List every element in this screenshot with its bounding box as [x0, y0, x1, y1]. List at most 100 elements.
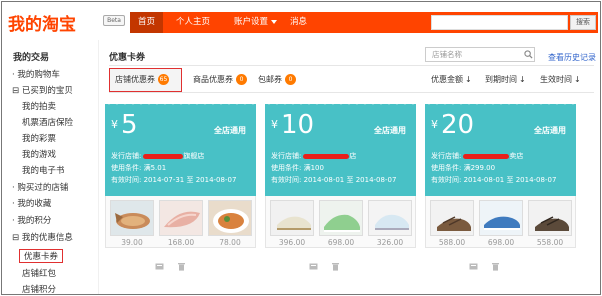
divider — [109, 92, 594, 93]
tab-label: 店铺优惠券 — [115, 75, 155, 84]
product-thumbnail[interactable] — [208, 200, 252, 236]
dish-image — [209, 201, 251, 235]
coupon-scallop-edge — [265, 101, 416, 107]
product-thumbnails: 39.00 168.00 78.00 — [105, 196, 256, 248]
sidebar-item-ebooks[interactable]: 我的电子书 — [22, 164, 65, 176]
coupon-scope: 全店通用 — [214, 126, 246, 135]
tab-shop-coupons[interactable]: 店铺优惠券 65 — [115, 68, 169, 92]
shop-search-input[interactable]: 店铺名称 — [425, 47, 535, 62]
sidebar-item-auctions[interactable]: 我的拍卖 — [22, 100, 56, 112]
product-thumbnail[interactable] — [110, 200, 154, 236]
sidebar-item-cart[interactable]: · 我的购物车 — [12, 68, 60, 80]
nav-messages[interactable]: 消息 — [282, 12, 315, 33]
coupon-shop: 发行店铺: 卖店 — [431, 151, 523, 161]
sidebar-item-favorites[interactable]: · 我的收藏 — [12, 197, 51, 209]
coupon-validity: 有效时间: 2014-08-01 至 2014-08-07 — [271, 176, 397, 184]
product-thumbnail[interactable] — [270, 200, 314, 236]
coupon-amount: 5 — [121, 110, 138, 140]
trash-icon[interactable] — [491, 262, 500, 271]
nav-home[interactable]: 首页 — [130, 12, 164, 33]
shop-label: 发行店铺: — [111, 152, 142, 160]
fillet-image — [160, 201, 202, 235]
sort-by-amount[interactable]: 优惠金额 ↓ — [431, 68, 472, 92]
sidebar-item-promotions[interactable]: ⊟ 我的优惠信息 — [12, 231, 73, 243]
coupon-actions — [425, 262, 576, 274]
product-thumbnails: 396.00 698.00 326.00 — [265, 196, 416, 248]
share-icon[interactable] — [155, 262, 164, 271]
history-link[interactable]: 查看历史记录 — [548, 52, 596, 63]
sidebar-item-shop-points[interactable]: 店铺积分 — [22, 283, 56, 294]
trash-icon[interactable] — [177, 262, 186, 271]
product-thumbnail[interactable] — [528, 200, 572, 236]
nav-profile[interactable]: 个人主页 — [168, 12, 218, 33]
product-thumbnail[interactable] — [368, 200, 412, 236]
sidebar-item-travel[interactable]: 机票酒店保险 — [22, 116, 73, 128]
sidebar-item-games[interactable]: 我的游戏 — [22, 148, 56, 160]
arrow-down-icon: ↓ — [574, 75, 581, 84]
share-icon[interactable] — [469, 262, 478, 271]
coupon-scallop-edge — [425, 101, 576, 107]
redaction-mark — [303, 153, 350, 159]
coupon-tabs: 店铺优惠券 65 商品优惠券 0 包邮券 0 优惠金额 ↓ 到期时间 ↓ 生效时间 ↓ — [109, 68, 597, 92]
fish-image — [111, 201, 153, 235]
count-badge: 65 — [158, 74, 169, 85]
sort-by-expiry[interactable]: 到期时间 ↓ — [485, 68, 526, 92]
trash-icon[interactable] — [331, 262, 340, 271]
shoe-image — [320, 201, 362, 235]
shop-suffix: 店 — [349, 152, 357, 160]
sidebar-item-shops[interactable]: · 购买过的店铺 — [12, 181, 68, 193]
currency-symbol: ¥ — [111, 118, 118, 131]
sandal-image — [529, 201, 571, 235]
product-price: 39.00 — [121, 238, 143, 247]
coupon-scope: 全店通用 — [534, 126, 566, 135]
sidebar-item-shop-red-packets[interactable]: 店铺红包 — [22, 267, 56, 279]
sidebar: 我的交易 · 我的购物车 ⊟ 已买到的宝贝 我的拍卖 机票酒店保险 我的彩票 我… — [2, 40, 98, 294]
share-icon[interactable] — [309, 262, 318, 271]
sidebar-item-points[interactable]: · 我的积分 — [12, 214, 51, 226]
global-search-input[interactable] — [431, 15, 568, 30]
tab-free-shipping[interactable]: 包邮券 0 — [258, 68, 296, 92]
product-price: 396.00 — [278, 238, 306, 247]
tab-label: 包邮券 — [258, 75, 282, 84]
nav-bar: 首页 个人主页 账户设置 消息 搜索 — [130, 12, 598, 33]
shop-suffix: 旗舰店 — [183, 152, 205, 160]
count-badge: 0 — [285, 74, 296, 85]
coupon-face: ¥ 20 全店通用 发行店铺: 卖店 使用条件: 满299.00 有效时间: 20… — [425, 101, 576, 196]
redaction-mark — [143, 153, 184, 159]
shoe-image — [369, 201, 411, 235]
nav-account-settings[interactable]: 账户设置 — [226, 12, 285, 33]
taobao-logo[interactable]: 我的淘宝 — [8, 10, 76, 35]
chevron-down-icon — [271, 19, 278, 24]
product-price: 326.00 — [376, 238, 404, 247]
sidebar-item-coupons[interactable]: 优惠卡券 — [24, 250, 58, 262]
currency-symbol: ¥ — [431, 118, 438, 131]
product-thumbnail[interactable] — [479, 200, 523, 236]
coupon-face: ¥ 5 全店通用 发行店铺: 旗舰店 使用条件: 满5.01 有效时间: 2014… — [105, 101, 256, 196]
coupon-shop: 发行店铺: 店 — [271, 151, 356, 161]
sidebar-item-lottery[interactable]: 我的彩票 — [22, 132, 56, 144]
redaction-mark — [463, 153, 510, 159]
product-price: 168.00 — [167, 238, 195, 247]
shoe-image — [480, 201, 522, 235]
shop-label: 发行店铺: — [271, 152, 302, 160]
product-thumbnails: 588.00 698.00 558.00 — [425, 196, 576, 248]
product-thumbnail[interactable] — [319, 200, 363, 236]
arrow-down-icon: ↓ — [465, 75, 472, 84]
sort-by-effective[interactable]: 生效时间 ↓ — [540, 68, 581, 92]
product-price: 698.00 — [487, 238, 515, 247]
nav-account-settings-label: 账户设置 — [234, 17, 269, 27]
coupon-card[interactable]: ¥ 10 全店通用 发行店铺: 店 使用条件: 满100 有效时间: 2014-0… — [265, 101, 416, 274]
arrow-down-icon: ↓ — [519, 75, 526, 84]
global-search-button[interactable]: 搜索 — [570, 15, 596, 30]
product-thumbnail[interactable] — [159, 200, 203, 236]
search-icon[interactable] — [524, 50, 533, 59]
coupon-shop: 发行店铺: 旗舰店 — [111, 151, 204, 161]
coupon-card[interactable]: ¥ 20 全店通用 发行店铺: 卖店 使用条件: 满299.00 有效时间: 20… — [425, 101, 576, 274]
sidebar-title: 我的交易 — [13, 53, 50, 63]
sidebar-item-purchased[interactable]: ⊟ 已买到的宝贝 — [12, 84, 73, 96]
product-price: 558.00 — [536, 238, 564, 247]
product-thumbnail[interactable] — [430, 200, 474, 236]
tab-item-coupons[interactable]: 商品优惠券 0 — [193, 68, 247, 92]
coupon-face: ¥ 10 全店通用 发行店铺: 店 使用条件: 满100 有效时间: 2014-0… — [265, 101, 416, 196]
coupon-card[interactable]: ¥ 5 全店通用 发行店铺: 旗舰店 使用条件: 满5.01 有效时间: 2014… — [105, 101, 256, 274]
